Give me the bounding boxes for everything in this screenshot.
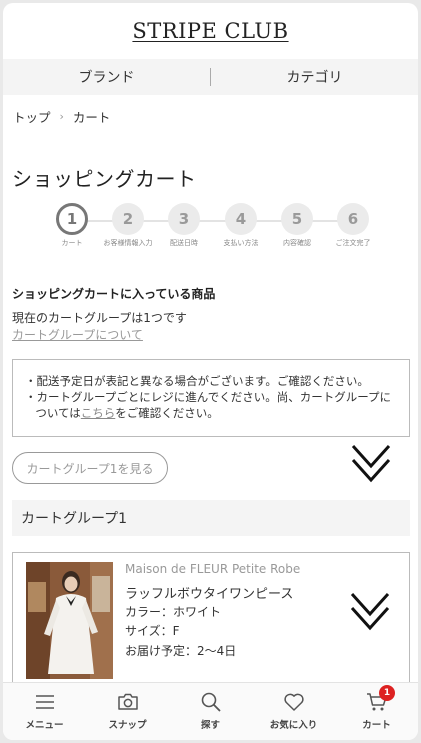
step-6: 6 ご注文完了 bbox=[325, 203, 381, 248]
cart-group-info-link[interactable]: カートグループについて bbox=[12, 326, 143, 343]
step-number: 1 bbox=[56, 203, 88, 235]
app-frame: STRIPE CLUB ブランド カテゴリ トップ › カート ショッピングカー… bbox=[3, 3, 418, 740]
product-image[interactable] bbox=[26, 562, 113, 679]
main-nav: ブランド カテゴリ bbox=[3, 59, 418, 95]
step-4: 4 支払い方法 bbox=[213, 203, 269, 248]
search-icon bbox=[201, 692, 221, 712]
product-color: カラー：ホワイト bbox=[125, 605, 222, 619]
tab-search-label: 探す bbox=[200, 720, 220, 731]
nav-category[interactable]: カテゴリ bbox=[211, 67, 418, 87]
bottom-tab-bar: メニュー スナップ 探す お気に入り カート 1 bbox=[3, 682, 418, 740]
nav-brand[interactable]: ブランド bbox=[3, 67, 210, 87]
step-label: ご注文完了 bbox=[335, 239, 371, 247]
cart-group-title: カートグループ1 bbox=[21, 511, 128, 527]
cart-count-badge: 1 bbox=[379, 685, 395, 701]
step-3: 3 配送日時 bbox=[156, 203, 212, 248]
site-logo[interactable]: STRIPE CLUB bbox=[132, 19, 288, 43]
step-5: 5 内容確認 bbox=[269, 203, 325, 248]
breadcrumb: トップ › カート bbox=[13, 107, 110, 126]
step-label: お客様情報入力 bbox=[103, 239, 153, 247]
tab-snap[interactable]: スナップ bbox=[86, 683, 169, 740]
cart-items-heading: ショッピングカートに入っている商品 bbox=[12, 287, 216, 301]
step-number: 4 bbox=[225, 203, 257, 235]
tab-snap-label: スナップ bbox=[108, 720, 147, 731]
double-chevron-down-icon[interactable] bbox=[348, 441, 394, 487]
tab-cart-label: カート bbox=[362, 720, 391, 731]
product-name[interactable]: ラッフルボウタイワンピース bbox=[125, 583, 293, 602]
product-brand[interactable]: Maison de FLEUR Petite Robe bbox=[125, 562, 300, 576]
step-number: 2 bbox=[112, 203, 144, 235]
notice-box: ・配送予定日が表記と異なる場合がございます。ご確認ください。 ・カートグループご… bbox=[12, 359, 410, 437]
step-1: 1 カート bbox=[44, 203, 100, 248]
tab-favorites-label: お気に入り bbox=[269, 720, 318, 731]
checkout-steps: 1 カート 2 お客様情報入力 3 配送日時 4 支払い方法 5 内容確認 6 … bbox=[38, 203, 410, 265]
page-title: ショッピングカート bbox=[12, 167, 197, 191]
tab-cart[interactable]: カート 1 bbox=[335, 683, 418, 740]
camera-icon bbox=[117, 693, 138, 710]
tab-favorites[interactable]: お気に入り bbox=[252, 683, 335, 740]
chevron-right-icon: › bbox=[59, 110, 64, 123]
product-delivery: お届け予定：2〜4日 bbox=[125, 644, 237, 658]
breadcrumb-home[interactable]: トップ bbox=[13, 107, 51, 126]
double-chevron-down-icon[interactable] bbox=[347, 589, 393, 635]
notice-line-2: ・カートグループごとにレジに進んでください。尚、カートグループについてはこちらを… bbox=[25, 389, 399, 421]
notice-line-1: ・配送予定日が表記と異なる場合がございます。ご確認ください。 bbox=[25, 374, 369, 388]
tab-search[interactable]: 探す bbox=[169, 683, 252, 740]
notice-text-end: をご確認ください。 bbox=[115, 406, 219, 420]
tab-menu-label: メニュー bbox=[25, 720, 64, 731]
step-number: 3 bbox=[168, 203, 200, 235]
tab-menu[interactable]: メニュー bbox=[3, 683, 86, 740]
step-label: 支払い方法 bbox=[223, 239, 259, 247]
step-number: 5 bbox=[281, 203, 313, 235]
cart-group-count: 現在のカートグループは1つです bbox=[12, 311, 187, 325]
site-header: STRIPE CLUB bbox=[3, 3, 418, 59]
view-cart-group-button[interactable]: カートグループ1を見る bbox=[12, 452, 168, 484]
hamburger-menu-icon bbox=[35, 695, 54, 709]
step-2: 2 お客様情報入力 bbox=[100, 203, 156, 248]
notice-here-link[interactable]: こちら bbox=[81, 406, 116, 420]
heart-icon bbox=[283, 693, 304, 711]
step-label: 内容確認 bbox=[283, 239, 311, 247]
cart-group-header: カートグループ1 bbox=[12, 500, 410, 536]
breadcrumb-current: カート bbox=[72, 110, 111, 125]
step-number: 6 bbox=[337, 203, 369, 235]
product-size: サイズ：F bbox=[125, 624, 180, 638]
step-label: 配送日時 bbox=[170, 239, 198, 247]
step-label: カート bbox=[61, 239, 83, 247]
cart-product-card: Maison de FLEUR Petite Robe ラッフルボウタイワンピー… bbox=[12, 552, 410, 702]
